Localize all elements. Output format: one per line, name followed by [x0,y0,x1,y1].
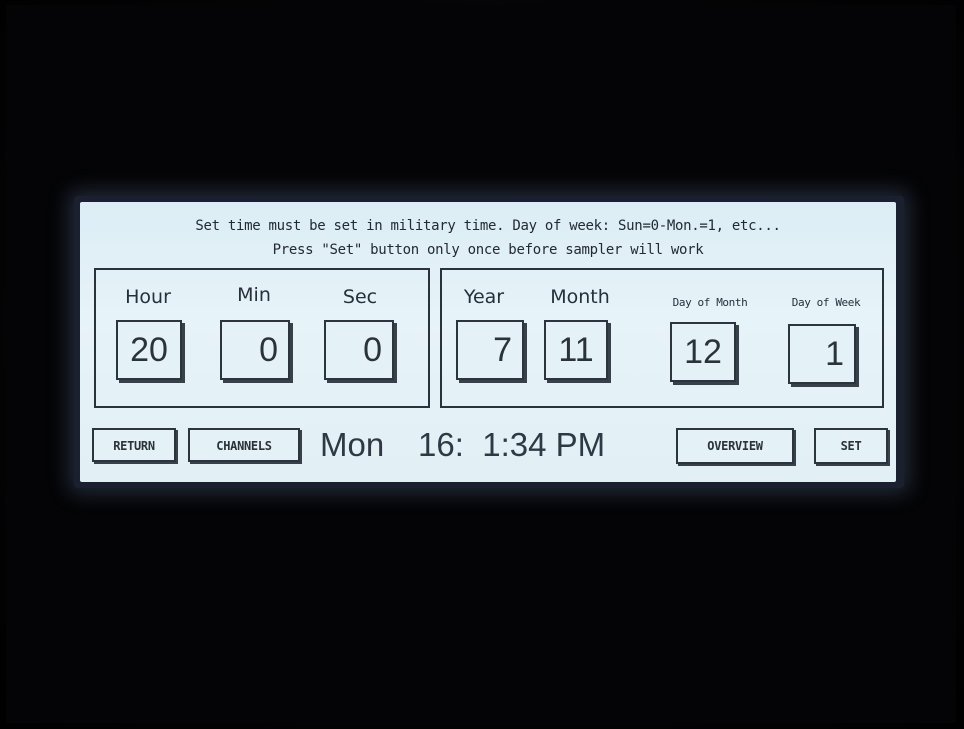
sec-label: Sec [342,286,378,308]
month-label: Month [550,286,610,308]
min-label: Min [237,284,271,306]
lcd-screen: Set time must be set in military time. D… [80,202,896,482]
instruction-line-1: Set time must be set in military time. D… [195,218,781,234]
photo-background: Set time must be set in military time. D… [0,0,964,729]
date-settings-group: Year Month Day of Month Day of Week 7 11… [440,268,884,408]
time-settings-group: Hour Min Sec 20 0 0 [94,268,430,408]
day-of-month-field[interactable]: 12 [670,322,736,382]
hour-field[interactable]: 20 [116,320,182,380]
channels-button[interactable]: CHANNELS [188,428,300,462]
month-field[interactable]: 11 [544,320,608,380]
hour-label: Hour [125,286,171,308]
day-of-week-label: Day of Week [791,296,861,309]
overview-button[interactable]: OVERVIEW [676,428,794,464]
sec-field[interactable]: 0 [324,320,394,380]
day-of-month-label: Day of Month [672,296,748,309]
instruction-line-2: Press "Set" button only once before samp… [272,242,704,258]
return-button[interactable]: RETURN [92,428,176,462]
clock-time: 16: 1:34 PM [418,426,606,463]
year-label: Year [463,286,505,308]
min-field[interactable]: 0 [220,320,290,380]
year-field[interactable]: 7 [456,320,524,380]
set-button[interactable]: SET [814,428,888,464]
day-of-week-field[interactable]: 1 [788,324,856,384]
clock-day: Mon [320,426,385,463]
